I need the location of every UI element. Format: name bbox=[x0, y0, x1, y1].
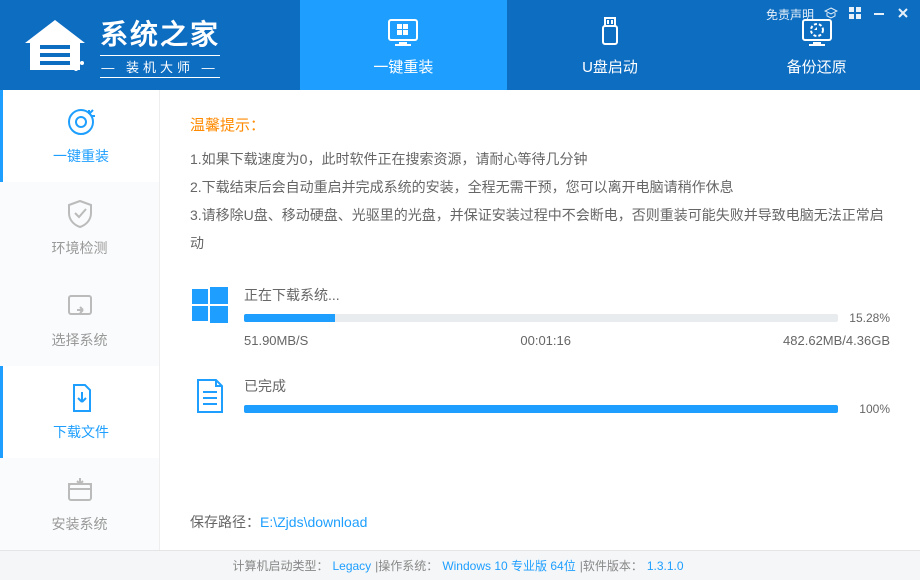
grid-icon[interactable] bbox=[848, 6, 862, 23]
sidebar-item-label: 一键重装 bbox=[53, 146, 109, 166]
brand-subtitle: — 装机大师 — bbox=[100, 55, 220, 78]
download-system-block: 正在下载系统... 15.28% 51.90MB/S 00:01:16 482.… bbox=[190, 285, 890, 348]
download-progress-bar bbox=[244, 314, 838, 322]
box-download-icon bbox=[64, 474, 96, 506]
sidebar: 一键重装 环境检测 选择系统 下载文件 安装系统 bbox=[0, 90, 160, 550]
logo-area: 系统之家 — 装机大师 — bbox=[0, 0, 300, 90]
tip-line: 3.请移除U盘、移动硬盘、光驱里的光盘，并保证安装过程中不会断电，否则重装可能失… bbox=[190, 201, 890, 257]
sidebar-item-label: 环境检测 bbox=[52, 238, 108, 258]
boot-type-label: 计算机启动类型： bbox=[232, 557, 328, 574]
sidebar-item-label: 安装系统 bbox=[52, 514, 108, 534]
tab-label: 备份还原 bbox=[787, 56, 847, 77]
window-controls: 免责声明 bbox=[766, 6, 910, 23]
save-path: 保存路径：E:\Zjds\download bbox=[190, 512, 367, 532]
version-value: 1.3.1.0 bbox=[647, 559, 684, 573]
download-title: 正在下载系统... bbox=[244, 285, 890, 305]
complete-title: 已完成 bbox=[244, 376, 890, 396]
sidebar-item-download[interactable]: 下载文件 bbox=[0, 366, 159, 458]
download-elapsed: 00:01:16 bbox=[520, 333, 571, 348]
main-body: 一键重装 环境检测 选择系统 下载文件 安装系统 温馨提示： 1.如果下载速度为… bbox=[0, 90, 920, 550]
sidebar-item-select-system[interactable]: 选择系统 bbox=[0, 274, 159, 366]
close-button[interactable] bbox=[896, 6, 910, 23]
save-path-value[interactable]: E:\Zjds\download bbox=[260, 514, 367, 530]
sidebar-item-reinstall[interactable]: 一键重装 bbox=[0, 90, 159, 182]
usb-icon bbox=[592, 14, 628, 50]
graduation-icon[interactable] bbox=[824, 6, 838, 23]
tab-usb-boot[interactable]: U盘启动 bbox=[507, 0, 714, 90]
tip-line: 2.下载结束后会自动重启并完成系统的安装，全程无需干预，您可以离开电脑请稍作休息 bbox=[190, 173, 890, 201]
window-arrow-icon bbox=[64, 290, 96, 322]
status-bar: 计算机启动类型： Legacy | 操作系统： Windows 10 专业版 6… bbox=[0, 550, 920, 580]
brand-title: 系统之家 bbox=[100, 13, 220, 53]
complete-progress-bar bbox=[244, 405, 838, 413]
sidebar-item-env-check[interactable]: 环境检测 bbox=[0, 182, 159, 274]
download-file-icon bbox=[65, 382, 97, 414]
version-label: 软件版本： bbox=[583, 557, 643, 574]
download-complete-block: 已完成 100% bbox=[190, 376, 890, 416]
download-percent: 15.28% bbox=[846, 311, 890, 325]
shield-check-icon bbox=[64, 198, 96, 230]
target-icon bbox=[65, 106, 97, 138]
download-size: 482.62MB/4.36GB bbox=[783, 333, 890, 348]
house-logo-icon bbox=[20, 15, 90, 75]
minimize-button[interactable] bbox=[872, 6, 886, 23]
sidebar-item-label: 下载文件 bbox=[53, 422, 109, 442]
tip-line: 1.如果下载速度为0，此时软件正在搜索资源，请耐心等待几分钟 bbox=[190, 145, 890, 173]
sidebar-item-install[interactable]: 安装系统 bbox=[0, 458, 159, 550]
os-label: 操作系统： bbox=[378, 557, 438, 574]
boot-type-value: Legacy bbox=[332, 559, 371, 573]
app-header: 系统之家 — 装机大师 — 一键重装 U盘启动 备份还原 免责声明 bbox=[0, 0, 920, 90]
monitor-icon bbox=[385, 14, 421, 50]
disclaimer-link[interactable]: 免责声明 bbox=[766, 6, 814, 23]
complete-percent: 100% bbox=[846, 402, 890, 416]
tab-label: U盘启动 bbox=[582, 56, 638, 77]
windows-icon bbox=[190, 285, 230, 325]
main-content: 温馨提示： 1.如果下载速度为0，此时软件正在搜索资源，请耐心等待几分钟 2.下… bbox=[160, 90, 920, 550]
document-icon bbox=[190, 376, 230, 416]
download-speed: 51.90MB/S bbox=[244, 333, 308, 348]
tab-reinstall[interactable]: 一键重装 bbox=[300, 0, 507, 90]
tips-title: 温馨提示： bbox=[190, 114, 890, 135]
save-path-label: 保存路径： bbox=[190, 514, 260, 530]
os-value: Windows 10 专业版 64位 bbox=[442, 557, 575, 574]
tab-label: 一键重装 bbox=[373, 56, 433, 77]
sidebar-item-label: 选择系统 bbox=[52, 330, 108, 350]
